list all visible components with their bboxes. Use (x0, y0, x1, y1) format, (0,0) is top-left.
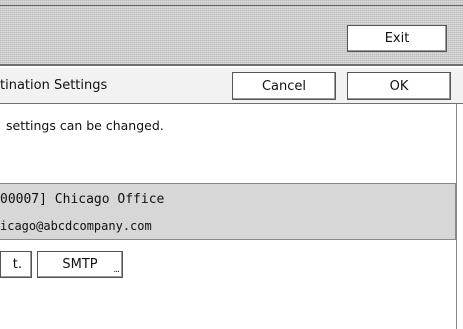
smtp-button[interactable]: SMTP ... (37, 251, 123, 278)
top-bar: Exit (0, 0, 463, 66)
dialog-title: tination Settings (0, 78, 108, 93)
cancel-button[interactable]: Cancel (232, 72, 336, 100)
screen: Exit tination Settings Cancel OK setting… (0, 0, 463, 329)
destination-email: icago@abcdcompany.com (0, 219, 152, 233)
ok-button[interactable]: OK (347, 72, 451, 100)
protection-button[interactable]: t. (0, 251, 32, 278)
info-message: settings can be changed. (6, 118, 164, 133)
panel-border (456, 104, 457, 329)
protection-button-label: t. (12, 257, 22, 272)
smtp-button-label: SMTP (62, 257, 98, 272)
destination-name: 00007] Chicago Office (0, 192, 165, 207)
divider (0, 5, 463, 6)
dialog-title-bar: tination Settings Cancel OK (0, 68, 463, 104)
destination-info-box: 00007] Chicago Office icago@abcdcompany.… (0, 183, 456, 240)
more-options-icon: ... (113, 265, 120, 275)
exit-button[interactable]: Exit (347, 25, 447, 52)
